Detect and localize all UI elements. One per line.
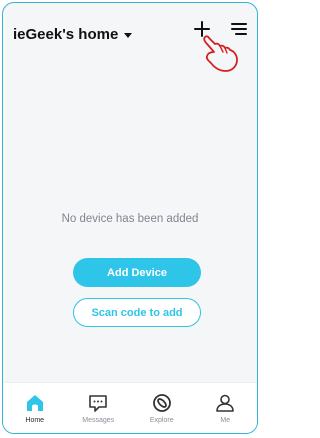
tab-messages-label: Messages [82, 417, 115, 424]
bottom-tab-bar: Home Messages Explore Me [3, 382, 257, 433]
explore-icon [152, 394, 171, 412]
empty-state-message: No device has been added [61, 213, 199, 225]
tab-explore-label: Explore [149, 417, 174, 424]
tab-home-label: Home [25, 417, 45, 424]
add-device-button[interactable]: Add Device [73, 258, 201, 287]
header: ieGeek's home [3, 3, 257, 72]
pointing-hand-icon [203, 35, 238, 72]
tab-messages[interactable]: Messages [68, 392, 128, 424]
user-icon [216, 394, 235, 412]
tab-home[interactable]: Home [5, 392, 65, 424]
tab-me-label: Me [220, 417, 231, 424]
home-selector[interactable]: ieGeek's home [13, 26, 133, 43]
tab-me[interactable]: Me [195, 392, 255, 424]
chevron-down-icon [124, 33, 133, 38]
home-name: ieGeek's home [13, 26, 119, 43]
tab-explore[interactable]: Explore [132, 392, 192, 424]
scan-code-button[interactable]: Scan code to add [73, 298, 201, 327]
home-icon [26, 395, 43, 411]
phone-screen: ieGeek's home No device has been added A… [2, 2, 258, 434]
message-icon [89, 395, 108, 412]
